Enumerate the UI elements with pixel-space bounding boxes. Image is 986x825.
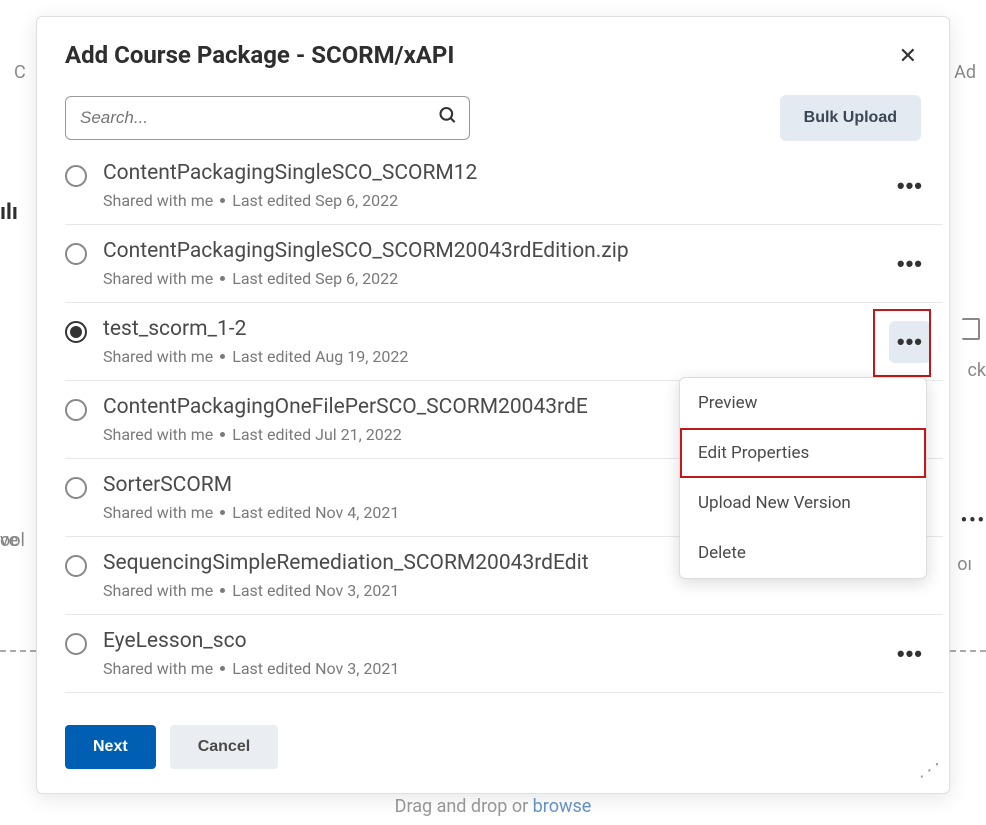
modal-toolbar: Bulk Upload bbox=[37, 87, 949, 141]
search-icon bbox=[438, 106, 458, 131]
package-title: EyeLesson_sco bbox=[103, 629, 889, 653]
radio-button[interactable] bbox=[65, 477, 87, 499]
package-info: ContentPackagingSingleSCO_SCORM12 Shared … bbox=[103, 161, 889, 210]
separator-dot bbox=[220, 276, 225, 281]
package-info: EyeLesson_sco Shared with me Last edited N… bbox=[103, 629, 889, 678]
more-actions-button[interactable]: ••• bbox=[889, 633, 931, 675]
package-title: ContentPackagingSingleSCO_SCORM12 bbox=[103, 161, 889, 185]
package-item[interactable]: ContentPackagingSingleSCO_SCORM12 Shared … bbox=[65, 153, 943, 225]
last-edited-label: Last edited Nov 4, 2021 bbox=[232, 503, 399, 522]
search-input[interactable] bbox=[65, 96, 470, 140]
modal-title: Add Course Package - SCORM/xAPI bbox=[65, 41, 454, 69]
add-course-package-modal: Add Course Package - SCORM/xAPI ✕ Bulk U… bbox=[36, 16, 950, 794]
more-actions-button[interactable]: ••• bbox=[889, 321, 931, 363]
radio-button[interactable] bbox=[65, 633, 87, 655]
modal-header: Add Course Package - SCORM/xAPI ✕ bbox=[37, 17, 949, 87]
package-meta: Shared with me Last edited Nov 3, 2021 bbox=[103, 659, 889, 678]
separator-dot bbox=[220, 432, 225, 437]
last-edited-label: Last edited Sep 6, 2022 bbox=[232, 191, 398, 210]
shared-label: Shared with me bbox=[103, 581, 213, 600]
shared-label: Shared with me bbox=[103, 347, 213, 366]
close-icon: ✕ bbox=[899, 43, 917, 68]
package-info: test_scorm_1-2 Shared with me Last edited … bbox=[103, 317, 889, 366]
package-item[interactable]: EyeLesson_sco Shared with me Last edited N… bbox=[65, 615, 943, 693]
last-edited-label: Last edited Sep 6, 2022 bbox=[232, 269, 398, 288]
radio-button[interactable] bbox=[65, 243, 87, 265]
separator-dot bbox=[220, 588, 225, 593]
radio-wrapper bbox=[65, 473, 103, 503]
radio-button[interactable] bbox=[65, 165, 87, 187]
radio-button[interactable] bbox=[65, 321, 87, 343]
shared-label: Shared with me bbox=[103, 191, 213, 210]
radio-wrapper bbox=[65, 317, 103, 347]
resize-handle-icon: ⋰ bbox=[919, 760, 937, 781]
cancel-button[interactable]: Cancel bbox=[170, 725, 278, 769]
last-edited-label: Last edited Aug 19, 2022 bbox=[232, 347, 408, 366]
shared-label: Shared with me bbox=[103, 425, 213, 444]
radio-wrapper bbox=[65, 239, 103, 269]
modal-footer: Next Cancel ⋰ bbox=[37, 715, 949, 793]
dropdown-item-edit-properties[interactable]: Edit Properties bbox=[680, 428, 926, 478]
package-meta: Shared with me Last edited Aug 19, 2022 bbox=[103, 347, 889, 366]
last-edited-label: Last edited Jul 21, 2022 bbox=[232, 425, 401, 444]
modal-body: ContentPackagingSingleSCO_SCORM12 Shared … bbox=[37, 141, 949, 715]
shared-label: Shared with me bbox=[103, 269, 213, 288]
separator-dot bbox=[220, 198, 225, 203]
radio-wrapper bbox=[65, 161, 103, 191]
radio-wrapper bbox=[65, 551, 103, 581]
more-actions-button[interactable]: ••• bbox=[889, 165, 931, 207]
dropdown-item-upload-new-version[interactable]: Upload New Version bbox=[680, 478, 926, 528]
radio-wrapper bbox=[65, 629, 103, 659]
next-button[interactable]: Next bbox=[65, 725, 156, 769]
dropdown-item-delete[interactable]: Delete bbox=[680, 528, 926, 578]
separator-dot bbox=[220, 666, 225, 671]
shared-label: Shared with me bbox=[103, 659, 213, 678]
package-item[interactable]: ContentPackagingSingleSCO_SCORM20043rdEd… bbox=[65, 225, 943, 303]
modal-overlay: Add Course Package - SCORM/xAPI ✕ Bulk U… bbox=[0, 0, 986, 825]
shared-label: Shared with me bbox=[103, 503, 213, 522]
package-meta: Shared with me Last edited Sep 6, 2022 bbox=[103, 191, 889, 210]
dropdown-item-preview[interactable]: Preview bbox=[680, 378, 926, 428]
package-item[interactable]: test_scorm_1-2 Shared with me Last edited … bbox=[65, 303, 943, 381]
separator-dot bbox=[220, 510, 225, 515]
package-meta: Shared with me Last edited Nov 3, 2021 bbox=[103, 581, 889, 600]
separator-dot bbox=[220, 354, 225, 359]
radio-button[interactable] bbox=[65, 555, 87, 577]
last-edited-label: Last edited Nov 3, 2021 bbox=[232, 581, 399, 600]
package-info: ContentPackagingSingleSCO_SCORM20043rdEd… bbox=[103, 239, 889, 288]
bulk-upload-button[interactable]: Bulk Upload bbox=[780, 95, 921, 141]
close-button[interactable]: ✕ bbox=[895, 41, 921, 71]
search-wrapper bbox=[65, 96, 470, 140]
last-edited-label: Last edited Nov 3, 2021 bbox=[232, 659, 399, 678]
more-actions-button[interactable]: ••• bbox=[889, 243, 931, 285]
package-title: test_scorm_1-2 bbox=[103, 317, 889, 341]
radio-wrapper bbox=[65, 395, 103, 425]
more-actions-dropdown: PreviewEdit PropertiesUpload New Version… bbox=[679, 377, 927, 579]
package-title: ContentPackagingSingleSCO_SCORM20043rdEd… bbox=[103, 239, 889, 263]
package-meta: Shared with me Last edited Sep 6, 2022 bbox=[103, 269, 889, 288]
radio-button[interactable] bbox=[65, 399, 87, 421]
